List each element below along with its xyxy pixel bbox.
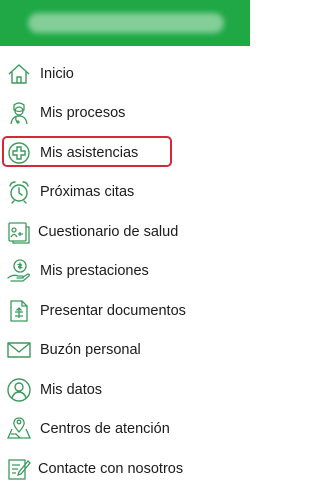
menu-item-label: Inicio [40, 65, 74, 82]
menu-item-label: Cuestionario de salud [38, 223, 179, 240]
menu-item-label: Contacte con nosotros [38, 460, 184, 477]
mail-icon [6, 337, 32, 363]
menu-item-inicio[interactable]: Inicio [0, 54, 250, 94]
doctor-icon [6, 100, 32, 126]
menu-item-mis-procesos[interactable]: Mis procesos [0, 94, 250, 134]
menu-item-cuestionario-de-salud[interactable]: Cuestionario de salud [0, 212, 250, 252]
menu-item-label: Centros de atención [40, 421, 170, 438]
home-icon [6, 61, 32, 87]
menu-item-label: Mis procesos [40, 105, 126, 122]
hand-coin-icon [6, 258, 32, 284]
side-menu: Inicio Mis procesos Mis asistencias Próx… [0, 54, 250, 489]
menu-item-label: Mis prestaciones [40, 263, 149, 280]
user-name-blurred [28, 13, 224, 33]
menu-item-label: Buzón personal [40, 342, 141, 359]
medical-cross-icon [6, 140, 32, 166]
menu-item-mis-prestaciones[interactable]: Mis prestaciones [0, 252, 250, 292]
menu-item-centros-de-atencion[interactable]: Centros de atención [0, 410, 250, 450]
app-header [0, 0, 250, 46]
health-form-icon [6, 219, 32, 245]
menu-item-buzon-personal[interactable]: Buzón personal [0, 331, 250, 371]
menu-item-mis-asistencias[interactable]: Mis asistencias [0, 133, 250, 173]
menu-item-label: Mis asistencias [40, 144, 139, 161]
menu-item-label: Mis datos [40, 381, 103, 398]
contact-form-icon [6, 456, 32, 482]
alarm-clock-icon [6, 179, 32, 205]
menu-item-proximas-citas[interactable]: Próximas citas [0, 173, 250, 213]
menu-item-presentar-documentos[interactable]: Presentar documentos [0, 291, 250, 331]
user-icon [6, 377, 32, 403]
menu-item-label: Presentar documentos [40, 302, 186, 319]
map-location-icon [6, 416, 32, 442]
menu-item-label: Próximas citas [40, 184, 135, 201]
menu-item-contacte-con-nosotros[interactable]: Contacte con nosotros [0, 449, 250, 489]
document-upload-icon [6, 298, 32, 324]
menu-item-mis-datos[interactable]: Mis datos [0, 370, 250, 410]
